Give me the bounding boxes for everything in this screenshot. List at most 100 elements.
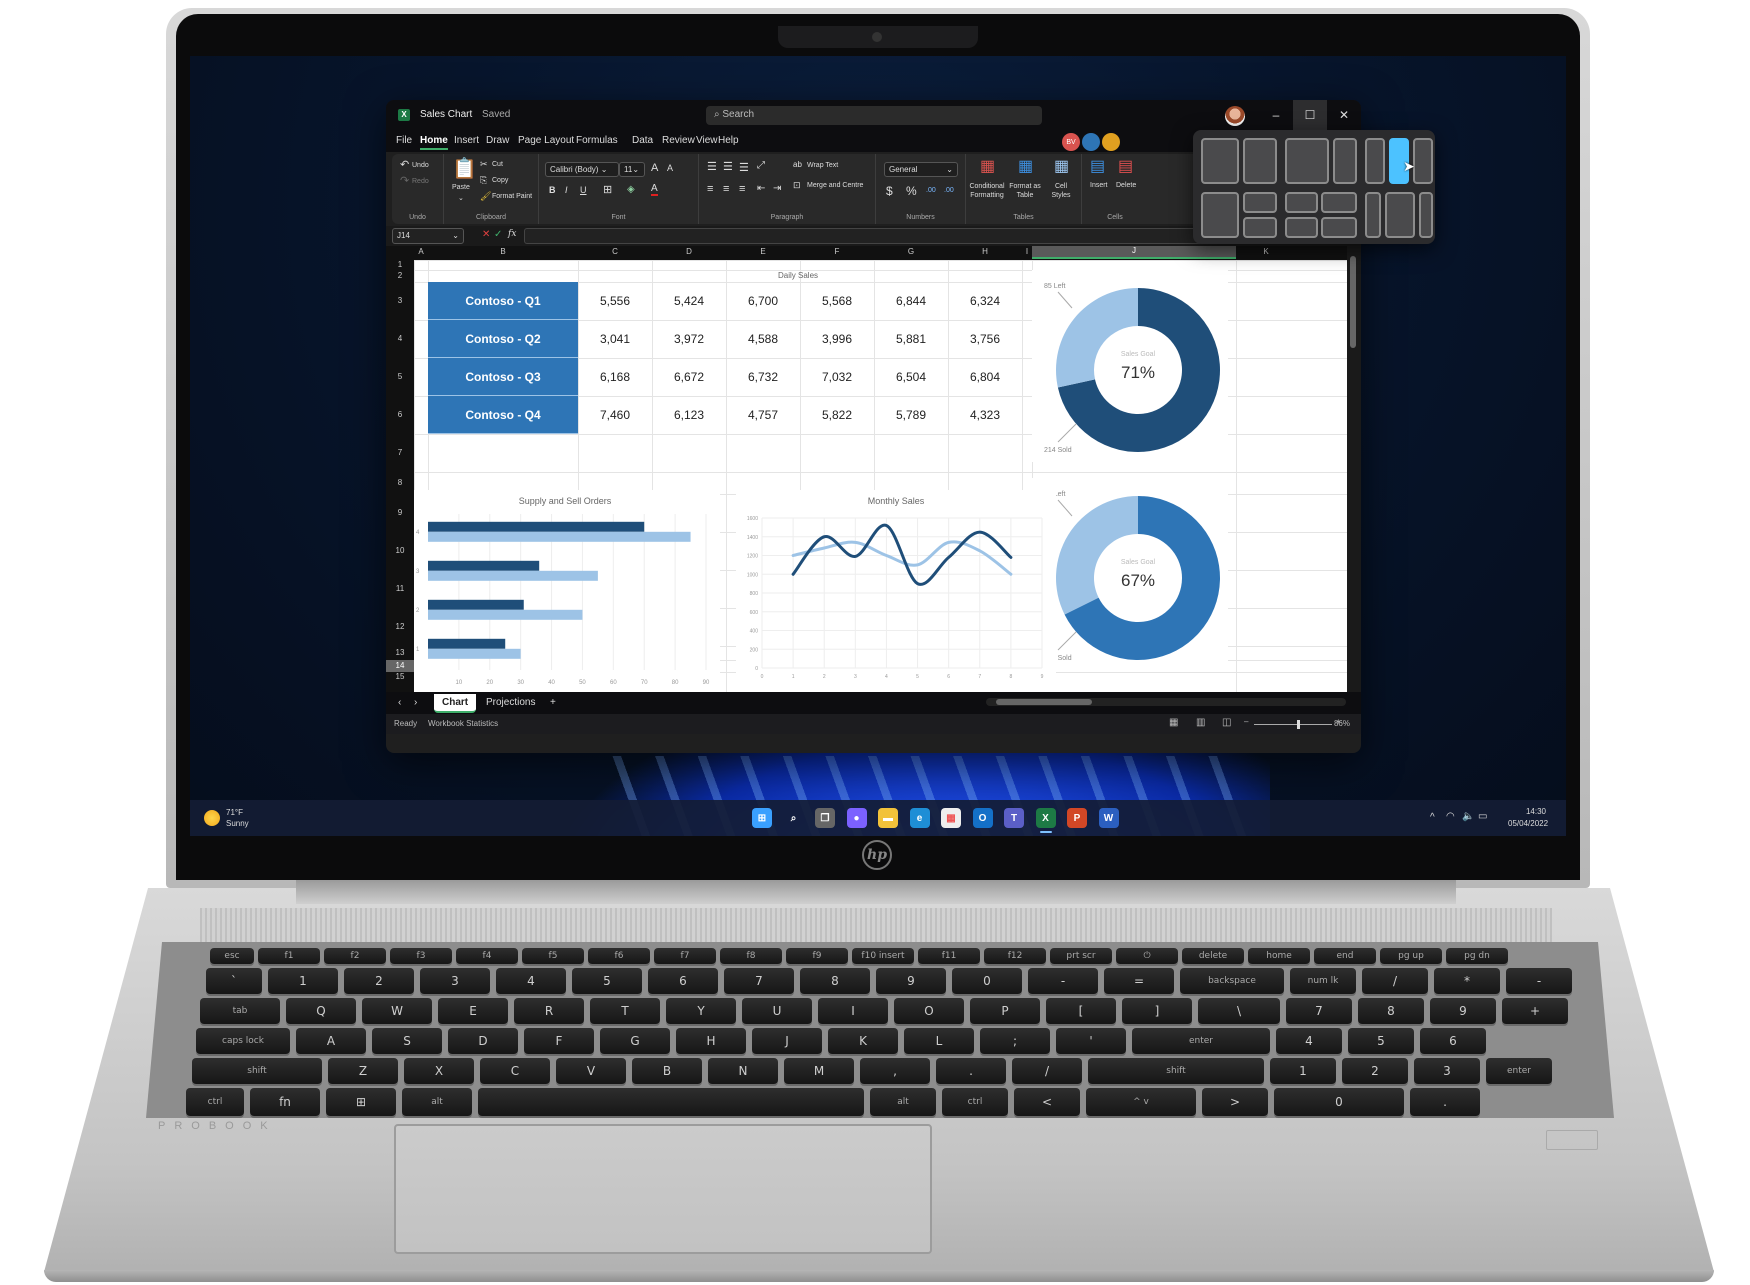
key--[interactable]: \ [1198,998,1280,1024]
paste-button[interactable]: Paste [452,184,470,191]
value-cell[interactable]: 3,972 [652,332,726,346]
value-cell[interactable]: 6,672 [652,370,726,384]
font-color-icon[interactable]: A [651,184,658,196]
value-cell[interactable]: 5,881 [874,332,948,346]
align-left-icon[interactable]: ≡ [707,184,713,195]
key-9[interactable]: 9 [876,968,946,994]
key--[interactable]: ⏻ [1116,948,1178,964]
increase-decimal-button[interactable]: .00 [926,187,936,194]
column-header-d[interactable]: D [652,247,726,256]
sheet-tab-chart[interactable]: Chart [434,694,477,713]
key-7[interactable]: 7 [724,968,794,994]
key-f11[interactable]: f11 [918,948,980,964]
key-l[interactable]: L [904,1028,974,1054]
value-cell[interactable]: 5,822 [800,408,874,422]
wrap-text-button[interactable]: Wrap Text [807,162,838,169]
key-5[interactable]: 5 [572,968,642,994]
align-center-icon[interactable]: ≡ [723,184,729,195]
column-header-k[interactable]: K [1236,247,1296,256]
key--[interactable]: / [1362,968,1428,994]
value-cell[interactable]: 6,504 [874,370,948,384]
zoom-slider-thumb[interactable] [1296,720,1300,729]
row-header-13[interactable]: 13 [386,646,414,660]
bar-sold-4[interactable] [428,521,645,532]
key-m[interactable]: M [784,1058,854,1084]
key--[interactable]: - [1028,968,1098,994]
page-break-view-icon[interactable]: ◫ [1222,717,1231,728]
enter-formula-button[interactable]: ✓ [494,230,502,240]
key-e[interactable]: E [438,998,508,1024]
bar-sold-1[interactable] [428,638,506,649]
number-format-select[interactable]: General ⌄ [884,162,958,177]
key-d[interactable]: D [448,1028,518,1054]
snap-center-main[interactable] [1385,192,1415,238]
key-fn[interactable]: fn [250,1088,320,1116]
taskbar-powerpoint-icon[interactable]: P [1067,808,1087,828]
select-all-corner[interactable] [386,246,414,260]
value-cell[interactable]: 5,556 [578,294,652,308]
value-cell[interactable]: 3,756 [948,332,1022,346]
key--[interactable]: [ [1046,998,1116,1024]
close-button[interactable]: ✕ [1327,100,1361,130]
align-top-icon[interactable]: ☰ [707,162,717,173]
workbook-statistics-button[interactable]: Workbook Statistics [428,719,498,728]
key-y[interactable]: Y [666,998,736,1024]
taskbar-file-explorer-icon[interactable]: ▬ [878,808,898,828]
key-z[interactable]: Z [328,1058,398,1084]
key-f4[interactable]: f4 [456,948,518,964]
key-f5[interactable]: f5 [522,948,584,964]
snap-center-left[interactable] [1365,192,1381,238]
menu-home[interactable]: Home [420,135,448,150]
key--[interactable]: * [1434,968,1500,994]
snap-quad-bottom-right[interactable] [1243,217,1277,238]
key-i[interactable]: I [818,998,888,1024]
key-end[interactable]: end [1314,948,1376,964]
taskbar-teams-icon[interactable]: T [1004,808,1024,828]
key-8[interactable]: 8 [800,968,870,994]
currency-button[interactable]: $ [886,185,893,197]
row-header-2[interactable]: 2 [386,270,414,282]
row-header-4[interactable]: 4 [386,320,414,358]
donut-chart-q-sales-67[interactable]: Sales Goal67%97 Left203 Sold [1032,478,1228,670]
key-h[interactable]: H [676,1028,746,1054]
key-tab[interactable]: tab [200,998,280,1024]
menu-draw[interactable]: Draw [486,135,509,146]
taskbar-task-view-icon[interactable]: ❐ [815,808,835,828]
snap-narrow-right[interactable] [1333,138,1357,184]
value-cell[interactable]: 5,789 [874,408,948,422]
key-0[interactable]: 0 [1274,1088,1404,1116]
column-header-c[interactable]: C [578,247,652,256]
key-f1[interactable]: f1 [258,948,320,964]
show-hidden-icons-button[interactable]: ^ [1430,812,1435,823]
key-6[interactable]: 6 [1420,1028,1486,1054]
zoom-slider[interactable] [1254,720,1332,729]
key-f6[interactable]: f6 [588,948,650,964]
column-header-f[interactable]: F [800,247,874,256]
column-header-b[interactable]: B [428,247,578,256]
key-enter[interactable]: enter [1486,1058,1552,1084]
value-cell[interactable]: 3,041 [578,332,652,346]
key-t[interactable]: T [590,998,660,1024]
row-header-6[interactable]: 6 [386,396,414,434]
key-alt[interactable]: alt [402,1088,472,1116]
column-header-i[interactable]: I [1022,247,1032,256]
key-8[interactable]: 8 [1358,998,1424,1024]
taskbar-store-icon[interactable]: ▦ [941,808,961,828]
sheet-tab-projections[interactable]: Projections [478,694,543,711]
key-u[interactable]: U [742,998,812,1024]
row-header-7[interactable]: 7 [386,434,414,472]
taskbar-outlook-icon[interactable]: O [972,808,993,828]
menu-view[interactable]: View [696,135,718,146]
grow-font-button[interactable]: A [651,163,658,174]
row-header-1[interactable]: 1 [386,260,414,270]
row-header-12[interactable]: 12 [386,608,414,646]
key--[interactable]: ] [1122,998,1192,1024]
key-x[interactable]: X [404,1058,474,1084]
key-g[interactable]: G [600,1028,670,1054]
menu-help[interactable]: Help [718,135,739,146]
battery-icon[interactable]: ▭ [1478,811,1487,822]
value-cell[interactable]: 7,460 [578,408,652,422]
underline-button[interactable]: U [580,186,587,195]
key--[interactable]: ⊞ [326,1088,396,1116]
row-header-3[interactable]: 3 [386,282,414,320]
